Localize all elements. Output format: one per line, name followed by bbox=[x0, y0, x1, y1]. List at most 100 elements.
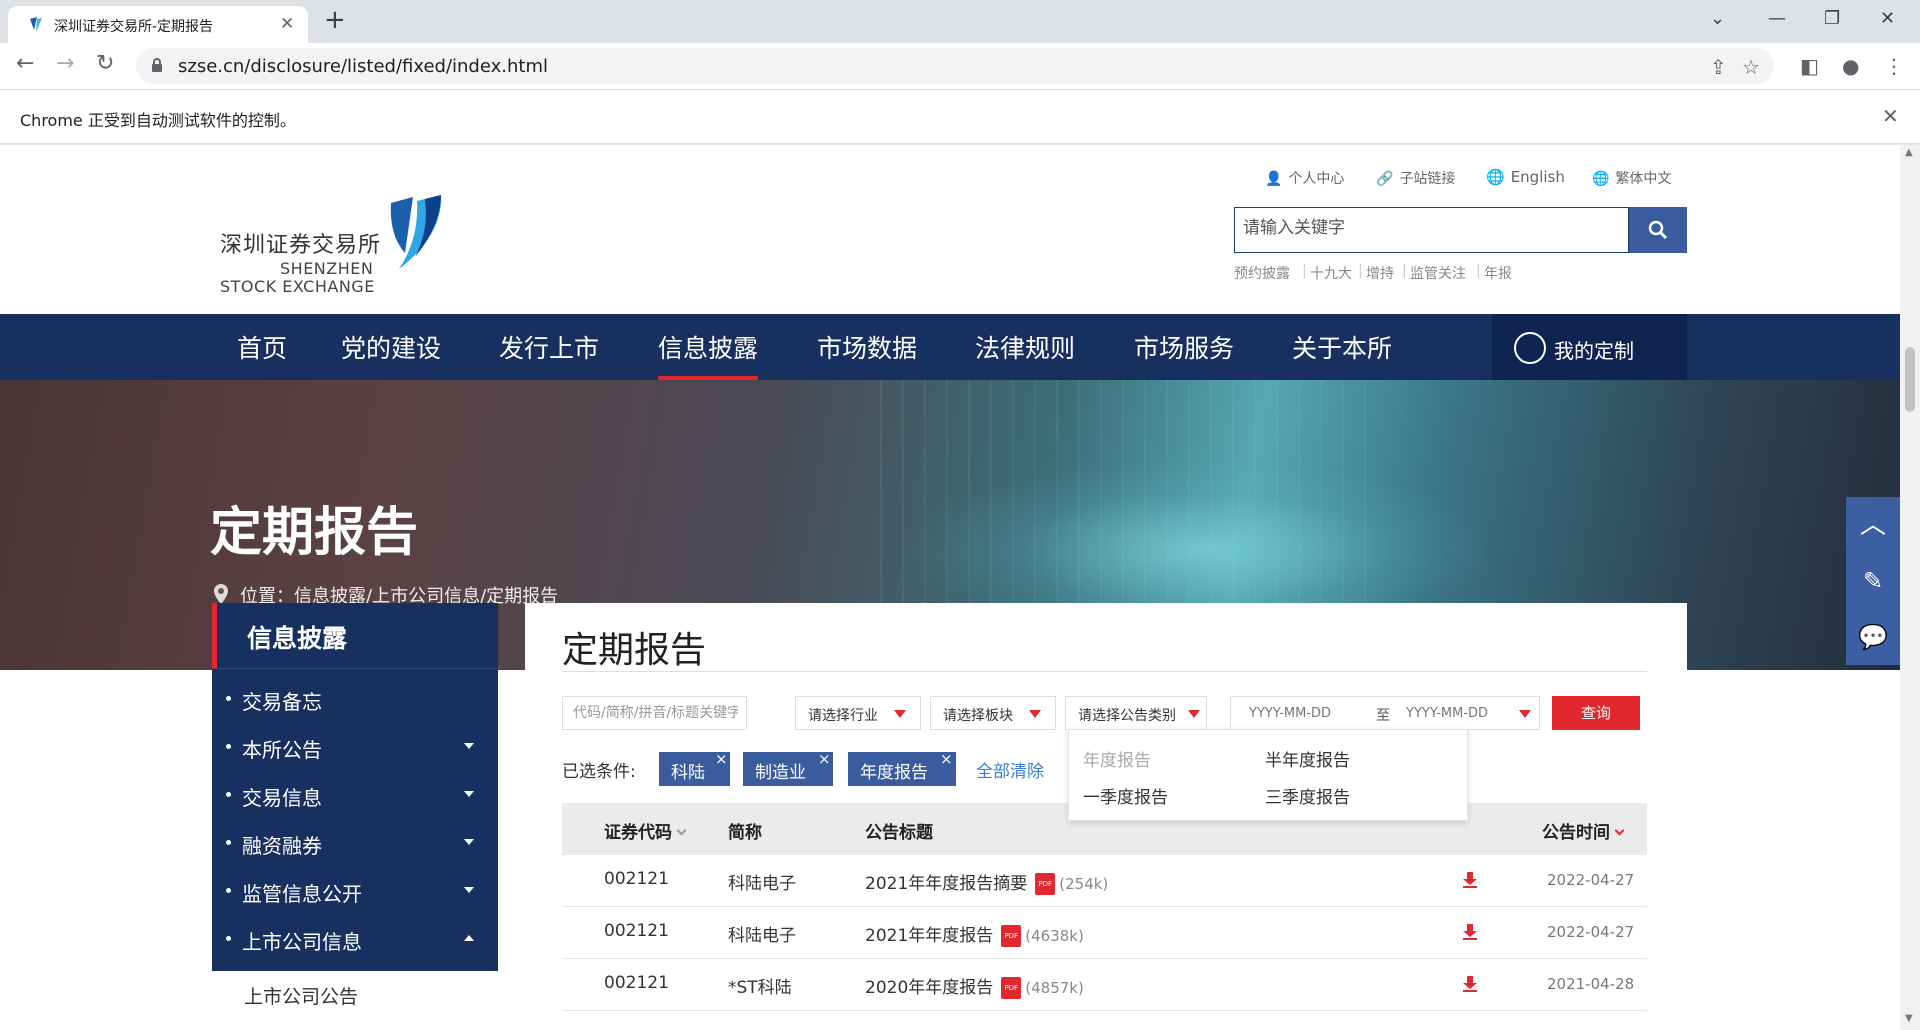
browser-menu-icon[interactable]: ⋮ bbox=[1884, 54, 1904, 78]
hot-word-4[interactable]: 监管关注 bbox=[1410, 263, 1466, 283]
query-button[interactable]: 查询 bbox=[1552, 696, 1640, 730]
new-tab-icon[interactable]: + bbox=[324, 5, 346, 35]
toplink-personal-center[interactable]: 👤 个人中心 bbox=[1265, 168, 1344, 188]
logo-emblem-icon bbox=[390, 195, 442, 269]
left-submenu-item-announcements[interactable]: 上市公司公告 bbox=[244, 982, 358, 1009]
tab-search-icon[interactable]: ⌄ bbox=[1710, 8, 1725, 29]
hot-word-3[interactable]: 增持 bbox=[1366, 263, 1394, 283]
date-start[interactable]: YYYY-MM-DD bbox=[1249, 706, 1331, 721]
scroll-up-icon[interactable]: ▲ bbox=[1905, 147, 1913, 158]
left-menu-item-supervision[interactable]: 监管信息公开 bbox=[212, 867, 498, 915]
browser-tab[interactable]: 深圳证券交易所-定期报告 ✕ bbox=[8, 6, 308, 43]
remove-tag-icon[interactable]: × bbox=[940, 750, 953, 768]
announcement-link[interactable]: 2021年年度报告 bbox=[865, 926, 993, 946]
pdf-icon[interactable]: PDF bbox=[1001, 925, 1022, 947]
keyword-input[interactable] bbox=[573, 705, 738, 721]
szse-logo[interactable]: 深圳证券交易所 SHENZHEN STOCK EXCHANGE bbox=[220, 195, 450, 296]
selected-tag: 制造业 × bbox=[743, 750, 833, 786]
hot-word-2[interactable]: 十九大 bbox=[1310, 263, 1352, 283]
left-menu-item-memo[interactable]: 交易备忘 bbox=[212, 675, 498, 723]
bookmark-star-icon[interactable]: ☆ bbox=[1742, 55, 1760, 79]
minimize-icon[interactable]: — bbox=[1768, 8, 1786, 29]
window-close-icon[interactable]: ✕ bbox=[1880, 8, 1895, 29]
feedback-icon[interactable]: ✎ bbox=[1846, 553, 1900, 609]
industry-select[interactable]: 请选择行业 bbox=[795, 696, 921, 730]
scroll-down-icon[interactable]: ▼ bbox=[1905, 1013, 1913, 1024]
column-header-code[interactable]: 证券代码 bbox=[604, 818, 687, 843]
date-range-picker[interactable]: YYYY-MM-DD 至 YYYY-MM-DD bbox=[1230, 696, 1540, 730]
nav-market-services[interactable]: 市场服务 bbox=[1134, 329, 1234, 365]
my-custom-label: 我的定制 bbox=[1554, 339, 1634, 363]
left-menu-item-listed-company[interactable]: 上市公司信息 bbox=[212, 915, 498, 963]
hot-word-5[interactable]: 年报 bbox=[1484, 263, 1512, 283]
szse-favicon-icon bbox=[30, 17, 42, 32]
back-icon[interactable]: ← bbox=[16, 51, 34, 76]
announcement-link[interactable]: 2021年年度报告摘要 bbox=[865, 874, 1027, 894]
column-header-title: 公告标题 bbox=[865, 823, 933, 843]
forward-icon[interactable]: → bbox=[56, 51, 74, 76]
nav-listing[interactable]: 发行上市 bbox=[499, 329, 599, 365]
download-icon[interactable] bbox=[1462, 975, 1478, 993]
announcement-type-select[interactable]: 请选择公告类别 bbox=[1065, 696, 1207, 730]
announcement-type-dropdown: 年度报告 半年度报告 一季度报告 三季度报告 bbox=[1068, 729, 1468, 821]
user-icon: 👤 bbox=[1265, 171, 1283, 187]
remove-tag-icon[interactable]: × bbox=[715, 750, 728, 768]
page-scrollbar[interactable]: ▲ ▼ bbox=[1900, 145, 1920, 1030]
search-icon bbox=[1648, 220, 1668, 240]
logo-en-text-2: STOCK EXCHANGE bbox=[220, 277, 375, 296]
globe-icon: 🌐 bbox=[1486, 168, 1505, 186]
hot-word-separator: | bbox=[1402, 263, 1407, 279]
toplink-subsite[interactable]: 🔗 子站链接 bbox=[1376, 168, 1455, 188]
pdf-icon[interactable]: PDF bbox=[1035, 873, 1056, 895]
type-option-semiannual[interactable]: 半年度报告 bbox=[1265, 746, 1350, 771]
date-to-label: 至 bbox=[1376, 708, 1390, 724]
nav-about[interactable]: 关于本所 bbox=[1292, 329, 1392, 365]
nav-market-data[interactable]: 市场数据 bbox=[817, 329, 917, 365]
board-select[interactable]: 请选择板块 bbox=[930, 696, 1056, 730]
pdf-icon[interactable]: PDF bbox=[1001, 977, 1022, 999]
nav-rules[interactable]: 法律规则 bbox=[975, 329, 1075, 365]
my-custom-button[interactable]: 我的定制 bbox=[1492, 314, 1687, 380]
type-option-annual[interactable]: 年度报告 bbox=[1083, 746, 1151, 771]
tab-close-icon[interactable]: ✕ bbox=[280, 14, 294, 34]
site-search-input[interactable] bbox=[1243, 218, 1613, 238]
column-header-date[interactable]: 公告时间 bbox=[1542, 818, 1625, 843]
cell-title: 2021年年度报告摘要 PDF (254k) bbox=[865, 869, 1108, 895]
nav-party[interactable]: 党的建设 bbox=[341, 329, 441, 365]
toplink-traditional[interactable]: 🌐 繁体中文 bbox=[1592, 168, 1671, 188]
side-panel-icon[interactable]: ◧ bbox=[1800, 54, 1819, 78]
download-icon[interactable] bbox=[1462, 923, 1478, 941]
logo-cn-text: 深圳证券交易所 bbox=[220, 233, 382, 258]
hot-word-separator: | bbox=[1358, 263, 1363, 279]
infobar-close-icon[interactable]: ✕ bbox=[1882, 104, 1899, 128]
address-bar[interactable]: szse.cn/disclosure/listed/fixed/index.ht… bbox=[136, 48, 1774, 84]
download-icon[interactable] bbox=[1462, 871, 1478, 889]
back-to-top-icon[interactable]: ︿ bbox=[1846, 497, 1900, 553]
toplink-english[interactable]: 🌐 English bbox=[1486, 168, 1565, 186]
left-menu-item-trading-info[interactable]: 交易信息 bbox=[212, 771, 498, 819]
announcement-link[interactable]: 2020年年度报告 bbox=[865, 978, 993, 998]
url-text: szse.cn/disclosure/listed/fixed/index.ht… bbox=[178, 56, 548, 77]
scrollbar-thumb[interactable] bbox=[1905, 347, 1915, 412]
nav-disclosure[interactable]: 信息披露 bbox=[658, 329, 758, 365]
column-header-name: 简称 bbox=[728, 823, 762, 843]
nav-home[interactable]: 首页 bbox=[237, 329, 287, 365]
clear-all-link[interactable]: 全部清除 bbox=[976, 757, 1044, 782]
restore-icon[interactable]: ❐ bbox=[1824, 8, 1840, 29]
site-search-button[interactable] bbox=[1629, 207, 1687, 253]
share-icon[interactable]: ⇪ bbox=[1710, 55, 1727, 79]
caret-down-icon bbox=[1188, 710, 1200, 718]
type-option-q1[interactable]: 一季度报告 bbox=[1083, 783, 1168, 808]
cell-code: 002121 bbox=[604, 869, 669, 889]
remove-tag-icon[interactable]: × bbox=[818, 750, 831, 768]
profile-avatar-icon[interactable]: ● bbox=[1842, 54, 1859, 78]
hot-word-1[interactable]: 预约披露 bbox=[1234, 263, 1290, 283]
date-end[interactable]: YYYY-MM-DD bbox=[1406, 706, 1488, 721]
left-menu-item-margin[interactable]: 融资融券 bbox=[212, 819, 498, 867]
reload-icon[interactable]: ↻ bbox=[96, 51, 114, 76]
left-menu-item-announcements[interactable]: 本所公告 bbox=[212, 723, 498, 771]
hot-word-separator: | bbox=[1476, 263, 1481, 279]
type-option-q3[interactable]: 三季度报告 bbox=[1265, 783, 1350, 808]
page-viewport: 深圳证券交易所 SHENZHEN STOCK EXCHANGE 👤 个人中心 🔗 子… bbox=[0, 145, 1900, 1030]
wechat-icon[interactable]: 💬 bbox=[1846, 609, 1900, 665]
